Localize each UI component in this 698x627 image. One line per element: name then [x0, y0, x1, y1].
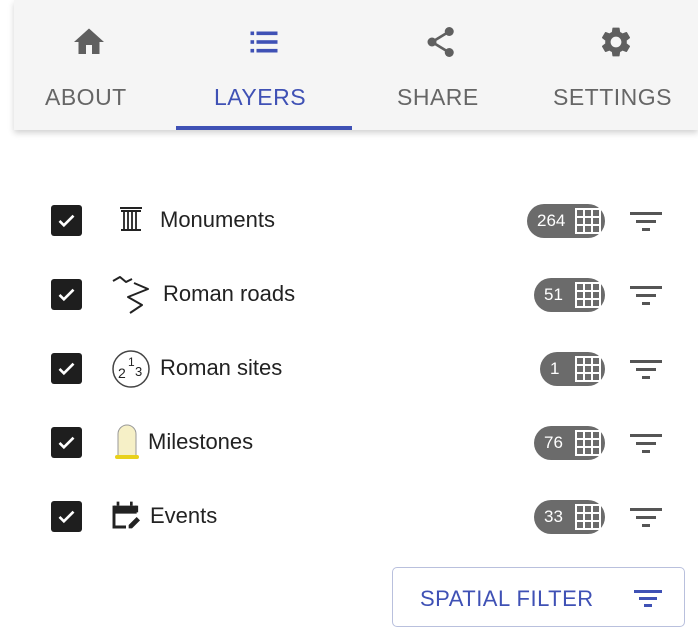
layer-row-roman-roads: Roman roads 51 — [0, 263, 698, 323]
tab-bar: ABOUT LAYERS SHARE SETTINGS — [14, 0, 698, 130]
layer-name: Events — [150, 503, 218, 528]
filter-icon[interactable] — [628, 211, 664, 233]
feature-count-badge[interactable]: 51 — [534, 278, 605, 312]
layer-row-roman-sites: 1 2 3 Roman sites 1 — [0, 337, 698, 397]
calendar-edit-icon — [112, 501, 140, 529]
table-grid-icon — [575, 356, 601, 382]
table-grid-icon — [575, 282, 601, 308]
road-icon — [112, 276, 149, 314]
svg-text:3: 3 — [135, 364, 142, 379]
layer-row-monuments: Monuments 264 — [0, 189, 698, 249]
feature-count: 33 — [544, 507, 563, 526]
feature-count-badge[interactable]: 76 — [534, 426, 605, 460]
layer-checkbox-monuments[interactable] — [51, 205, 82, 236]
layer-checkbox-roman-roads[interactable] — [51, 279, 82, 310]
feature-count-badge[interactable]: 1 — [540, 352, 605, 386]
tab-about[interactable]: ABOUT — [14, 0, 164, 130]
check-icon — [58, 436, 75, 450]
layer-name: Roman roads — [163, 281, 296, 306]
filter-icon[interactable] — [628, 359, 664, 381]
spatial-filter-button[interactable]: SPATIAL FILTER — [392, 567, 685, 627]
layer-row-milestones: Milestones 76 — [0, 411, 698, 471]
app: ABOUT LAYERS SHARE SETTINGS Monuments 26… — [0, 0, 698, 627]
numbered-circle-icon: 1 2 3 — [112, 350, 150, 388]
check-icon — [58, 288, 75, 302]
filter-icon[interactable] — [628, 507, 664, 529]
filter-icon[interactable] — [628, 433, 664, 455]
tab-settings[interactable]: SETTINGS — [544, 0, 698, 130]
feature-count-badge[interactable]: 264 — [527, 204, 605, 238]
layer-row-events: Events 33 — [0, 485, 698, 545]
active-tab-indicator — [176, 126, 352, 130]
table-grid-icon — [575, 504, 601, 530]
gear-icon — [601, 27, 631, 57]
check-icon — [58, 362, 75, 376]
spatial-filter-label: SPATIAL FILTER — [420, 586, 594, 611]
layer-checkbox-milestones[interactable] — [51, 427, 82, 458]
feature-count: 1 — [550, 359, 560, 378]
filter-icon[interactable] — [628, 285, 664, 307]
svg-text:1: 1 — [128, 355, 135, 369]
list-icon — [250, 31, 278, 53]
layer-checkbox-events[interactable] — [51, 501, 82, 532]
tab-settings-label: SETTINGS — [553, 84, 673, 110]
tab-about-label: ABOUT — [45, 84, 127, 110]
check-icon — [58, 510, 75, 524]
home-icon — [74, 28, 104, 54]
tab-layers-label: LAYERS — [214, 84, 307, 110]
check-icon — [58, 214, 75, 228]
milestone-icon — [115, 424, 139, 459]
feature-count: 51 — [544, 285, 563, 304]
feature-count: 76 — [544, 433, 563, 452]
table-grid-icon — [575, 430, 601, 456]
layer-name: Monuments — [160, 207, 275, 232]
tab-layers[interactable]: LAYERS — [176, 0, 352, 130]
table-grid-icon — [575, 208, 601, 234]
svg-text:2: 2 — [118, 365, 126, 381]
share-icon — [427, 27, 454, 57]
layer-checkbox-roman-sites[interactable] — [51, 353, 82, 384]
filter-icon — [634, 590, 662, 607]
feature-count: 264 — [537, 211, 566, 230]
tab-share-label: SHARE — [397, 84, 479, 110]
column-icon — [120, 207, 142, 231]
tab-share[interactable]: SHARE — [384, 0, 494, 130]
layer-name: Roman sites — [160, 355, 283, 380]
feature-count-badge[interactable]: 33 — [534, 500, 605, 534]
layer-name: Milestones — [148, 429, 254, 454]
